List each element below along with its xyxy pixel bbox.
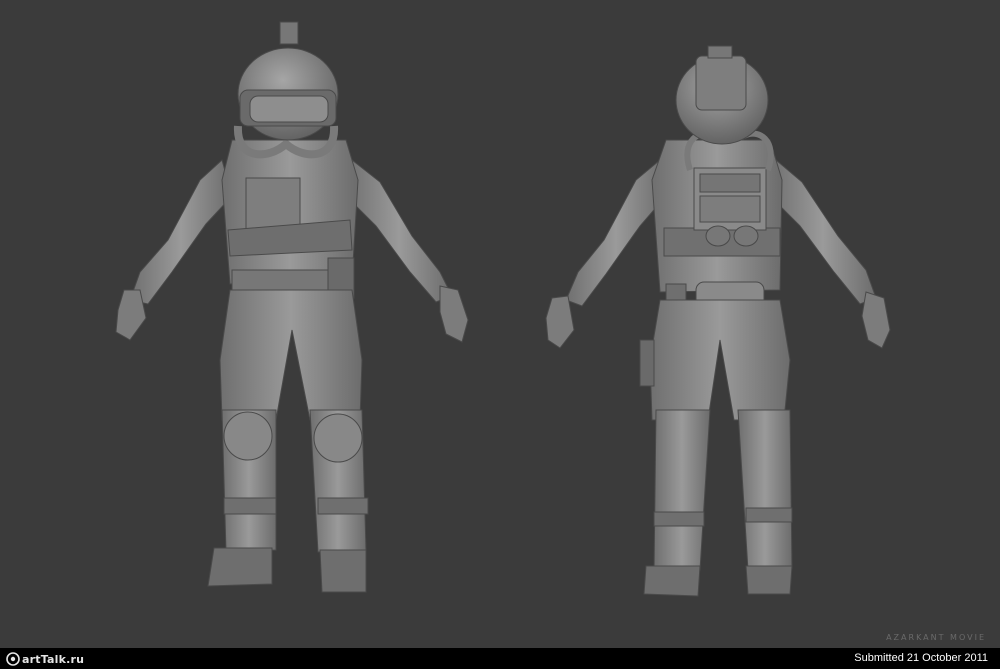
model-render [115,21,891,597]
back-view-figure [545,45,891,597]
project-watermark: AZARKANT MOVIE [886,633,986,642]
render-viewport: AZARKANT MOVIE [0,0,1000,648]
footer-bar: artTalk.ru Submitted 21 October 2011 [0,648,1000,669]
submitted-date: Submitted 21 October 2011 [854,652,988,664]
logo-icon [6,652,20,666]
front-view-figure [115,21,469,593]
logo-text: artTalk.ru [22,652,85,666]
site-logo[interactable]: artTalk.ru [6,651,84,667]
